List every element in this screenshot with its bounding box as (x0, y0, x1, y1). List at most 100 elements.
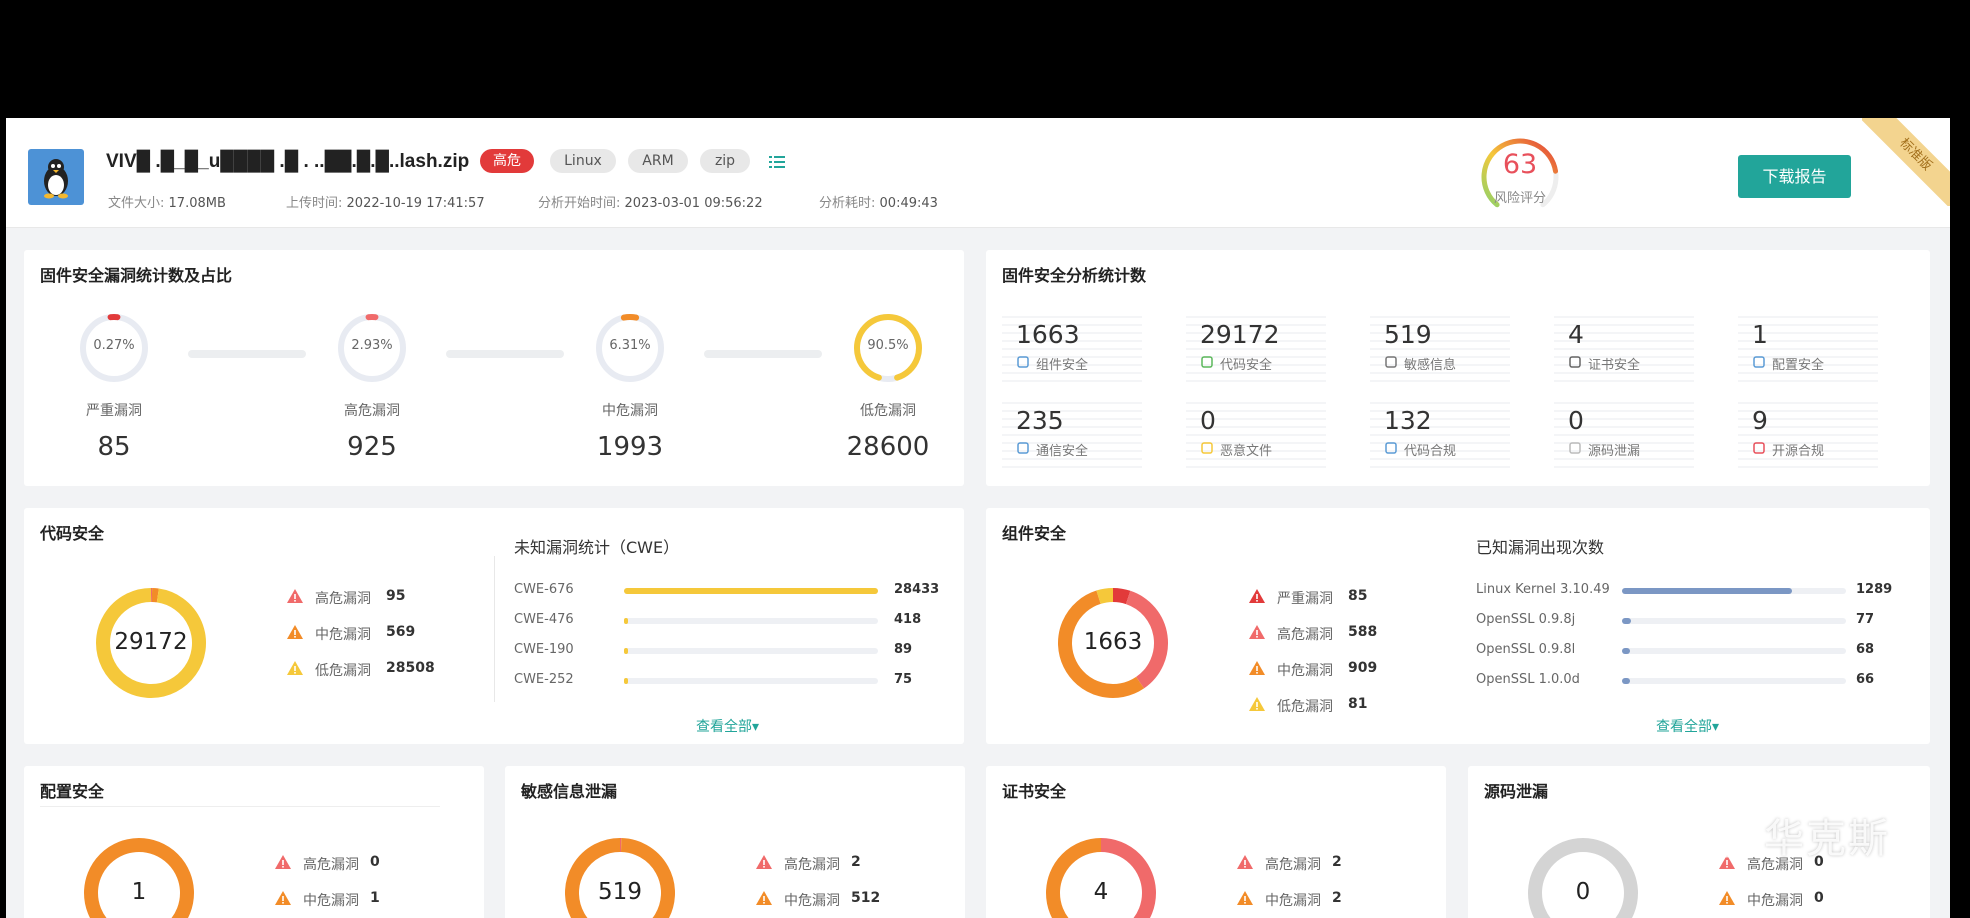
analysis-stat-item[interactable]: 235 通信安全 (1002, 396, 1142, 472)
document-icon (1384, 354, 1398, 368)
analysis-stat-label: 通信安全 (1036, 444, 1089, 459)
known-vuln-title: 已知漏洞出现次数 (1476, 538, 1605, 557)
analysis-stat-label: 开源合规 (1772, 444, 1825, 459)
legend-value: 28508 (386, 660, 435, 676)
bar-label: Linux Kernel 3.10.49 (1476, 582, 1610, 597)
vuln-level-count: 85 (97, 432, 131, 462)
code-security-donut: 29172 (94, 586, 208, 700)
bar-fill (1622, 678, 1630, 684)
warning-triangle-icon (1249, 625, 1265, 639)
bar-label: OpenSSL 1.0.0d (1476, 672, 1580, 687)
analysis-stat-value: 4 (1568, 320, 1584, 349)
legend-label: 高危漏洞 (784, 857, 840, 873)
cert-security-title: 证书安全 (1002, 782, 1067, 801)
vuln-level-label: 高危漏洞 (344, 403, 400, 419)
analysis-stat-item[interactable]: 0 源码泄漏 (1554, 396, 1694, 472)
analysis-stat-item[interactable]: 1 配置安全 (1738, 310, 1878, 386)
legend-label: 低危漏洞 (1277, 699, 1333, 715)
analysis-stats-title: 固件安全分析统计数 (1002, 266, 1147, 285)
legend-value: 2 (851, 854, 861, 870)
file-icon (1200, 440, 1214, 454)
legend-label: 高危漏洞 (303, 857, 359, 873)
vuln-level-label: 低危漏洞 (860, 403, 916, 419)
source-leak-donut: 0 (1526, 836, 1640, 918)
analysis-stat-value: 0 (1568, 406, 1584, 435)
wechat-icon (1672, 807, 1748, 858)
analysis-stat-item[interactable]: 132 代码合规 (1370, 396, 1510, 472)
code-view-all-link[interactable]: 查看全部▾ (696, 716, 759, 736)
cert-security-total: 4 (1093, 879, 1109, 905)
legend-label: 低危漏洞 (315, 663, 371, 679)
analysis-stat-item[interactable]: 29172 代码安全 (1186, 310, 1326, 386)
component-view-all-link[interactable]: 查看全部▾ (1656, 716, 1719, 736)
bar-label: CWE-190 (514, 642, 574, 657)
warning-triangle-icon (1249, 589, 1265, 603)
tag-zip: zip (700, 149, 750, 173)
config-security-donut: 1 (82, 836, 196, 918)
vuln-level-count: 1993 (596, 432, 664, 462)
tag-linux: Linux (550, 149, 616, 173)
warning-triangle-icon (1719, 891, 1735, 905)
bar-value: 89 (894, 642, 913, 657)
analysis-stat-item[interactable]: 0 恶意文件 (1186, 396, 1326, 472)
download-report-button[interactable]: 下载报告 (1738, 155, 1851, 198)
warning-triangle-icon (287, 625, 303, 639)
vuln-level-label: 严重漏洞 (86, 403, 142, 419)
config-security-total: 1 (131, 879, 147, 905)
legend-row: 中危漏洞 0 (1718, 890, 1918, 909)
cwe-title: 未知漏洞统计（CWE） (514, 538, 680, 557)
risk-score-gauge: 63 风险评分 (1472, 135, 1568, 219)
certificate-icon (1568, 354, 1582, 368)
bar-label: OpenSSL 0.9.8l (1476, 642, 1576, 657)
analysis-stat-label: 组件安全 (1036, 358, 1089, 373)
bar-label: CWE-676 (514, 582, 574, 597)
code-security-title: 代码安全 (40, 524, 105, 543)
bar-fill (1622, 618, 1631, 624)
config-security-card: 配置安全 1 高危漏洞 0 中危漏洞 1 (24, 766, 484, 918)
analysis-stat-value: 29172 (1200, 320, 1280, 349)
vuln-ratio-percent: 90.5% (867, 338, 909, 353)
sensitive-leak-total: 519 (598, 879, 642, 905)
config-security-title: 配置安全 (40, 782, 105, 801)
analysis-stat-label: 敏感信息 (1404, 358, 1457, 373)
analysis-stat-item[interactable]: 1663 组件安全 (1002, 310, 1142, 386)
bar-track (624, 648, 878, 654)
legend-label: 中危漏洞 (784, 893, 840, 909)
edition-ribbon: 标准版 (1862, 118, 1950, 206)
legend-row: 中危漏洞 2 (1236, 890, 1436, 909)
source-leak-total: 0 (1575, 879, 1591, 905)
legend-label: 中危漏洞 (303, 893, 359, 909)
bar-track (624, 678, 878, 684)
legend-row: 高危漏洞 95 (286, 588, 486, 607)
warning-triangle-icon (1249, 697, 1265, 711)
vuln-level-label: 中危漏洞 (602, 403, 658, 419)
risk-score-value: 63 (1502, 149, 1538, 180)
risk-score-label: 风险评分 (1493, 191, 1546, 206)
bar-row: OpenSSL 0.9.8l 68 (1476, 642, 1916, 660)
donut-segment (1096, 588, 1114, 604)
legend-label: 中危漏洞 (315, 627, 371, 643)
analysis-stat-item[interactable]: 4 证书安全 (1554, 310, 1694, 386)
legend-value: 2 (1332, 890, 1342, 906)
list-icon[interactable] (769, 154, 785, 168)
analysis-stat-value: 1 (1752, 320, 1768, 349)
legend-row: 中危漏洞 1 (274, 890, 474, 909)
component-security-card: 组件安全 1663 严重漏洞 85 高危漏洞 588 中危漏洞 909 低危漏洞 81 已知漏… (986, 508, 1930, 744)
warning-triangle-icon (756, 855, 772, 869)
analysis-stat-label: 代码安全 (1220, 358, 1273, 373)
warning-triangle-icon (1237, 891, 1253, 905)
bar-value: 1289 (1856, 582, 1893, 597)
tag-arm: ARM (628, 149, 688, 173)
donut-segment (1112, 588, 1131, 605)
vuln-ratio-percent: 6.31% (609, 338, 651, 353)
analysis-stat-item[interactable]: 519 敏感信息 (1370, 310, 1510, 386)
analysis-start-time: 分析开始时间: 2023-03-01 09:56:22 (538, 196, 763, 211)
report-header: VIV█ .█_█_u████ .█ . ..██.█.█..lash.zip … (6, 118, 1950, 228)
bar-value: 66 (1856, 672, 1875, 687)
bar-value: 28433 (894, 582, 940, 597)
analysis-stat-item[interactable]: 9 开源合规 (1738, 396, 1878, 472)
bar-value: 68 (1856, 642, 1875, 657)
bar-fill (1622, 648, 1630, 654)
analysis-stat-label: 源码泄漏 (1588, 444, 1641, 459)
legend-value: 2 (1332, 854, 1342, 870)
